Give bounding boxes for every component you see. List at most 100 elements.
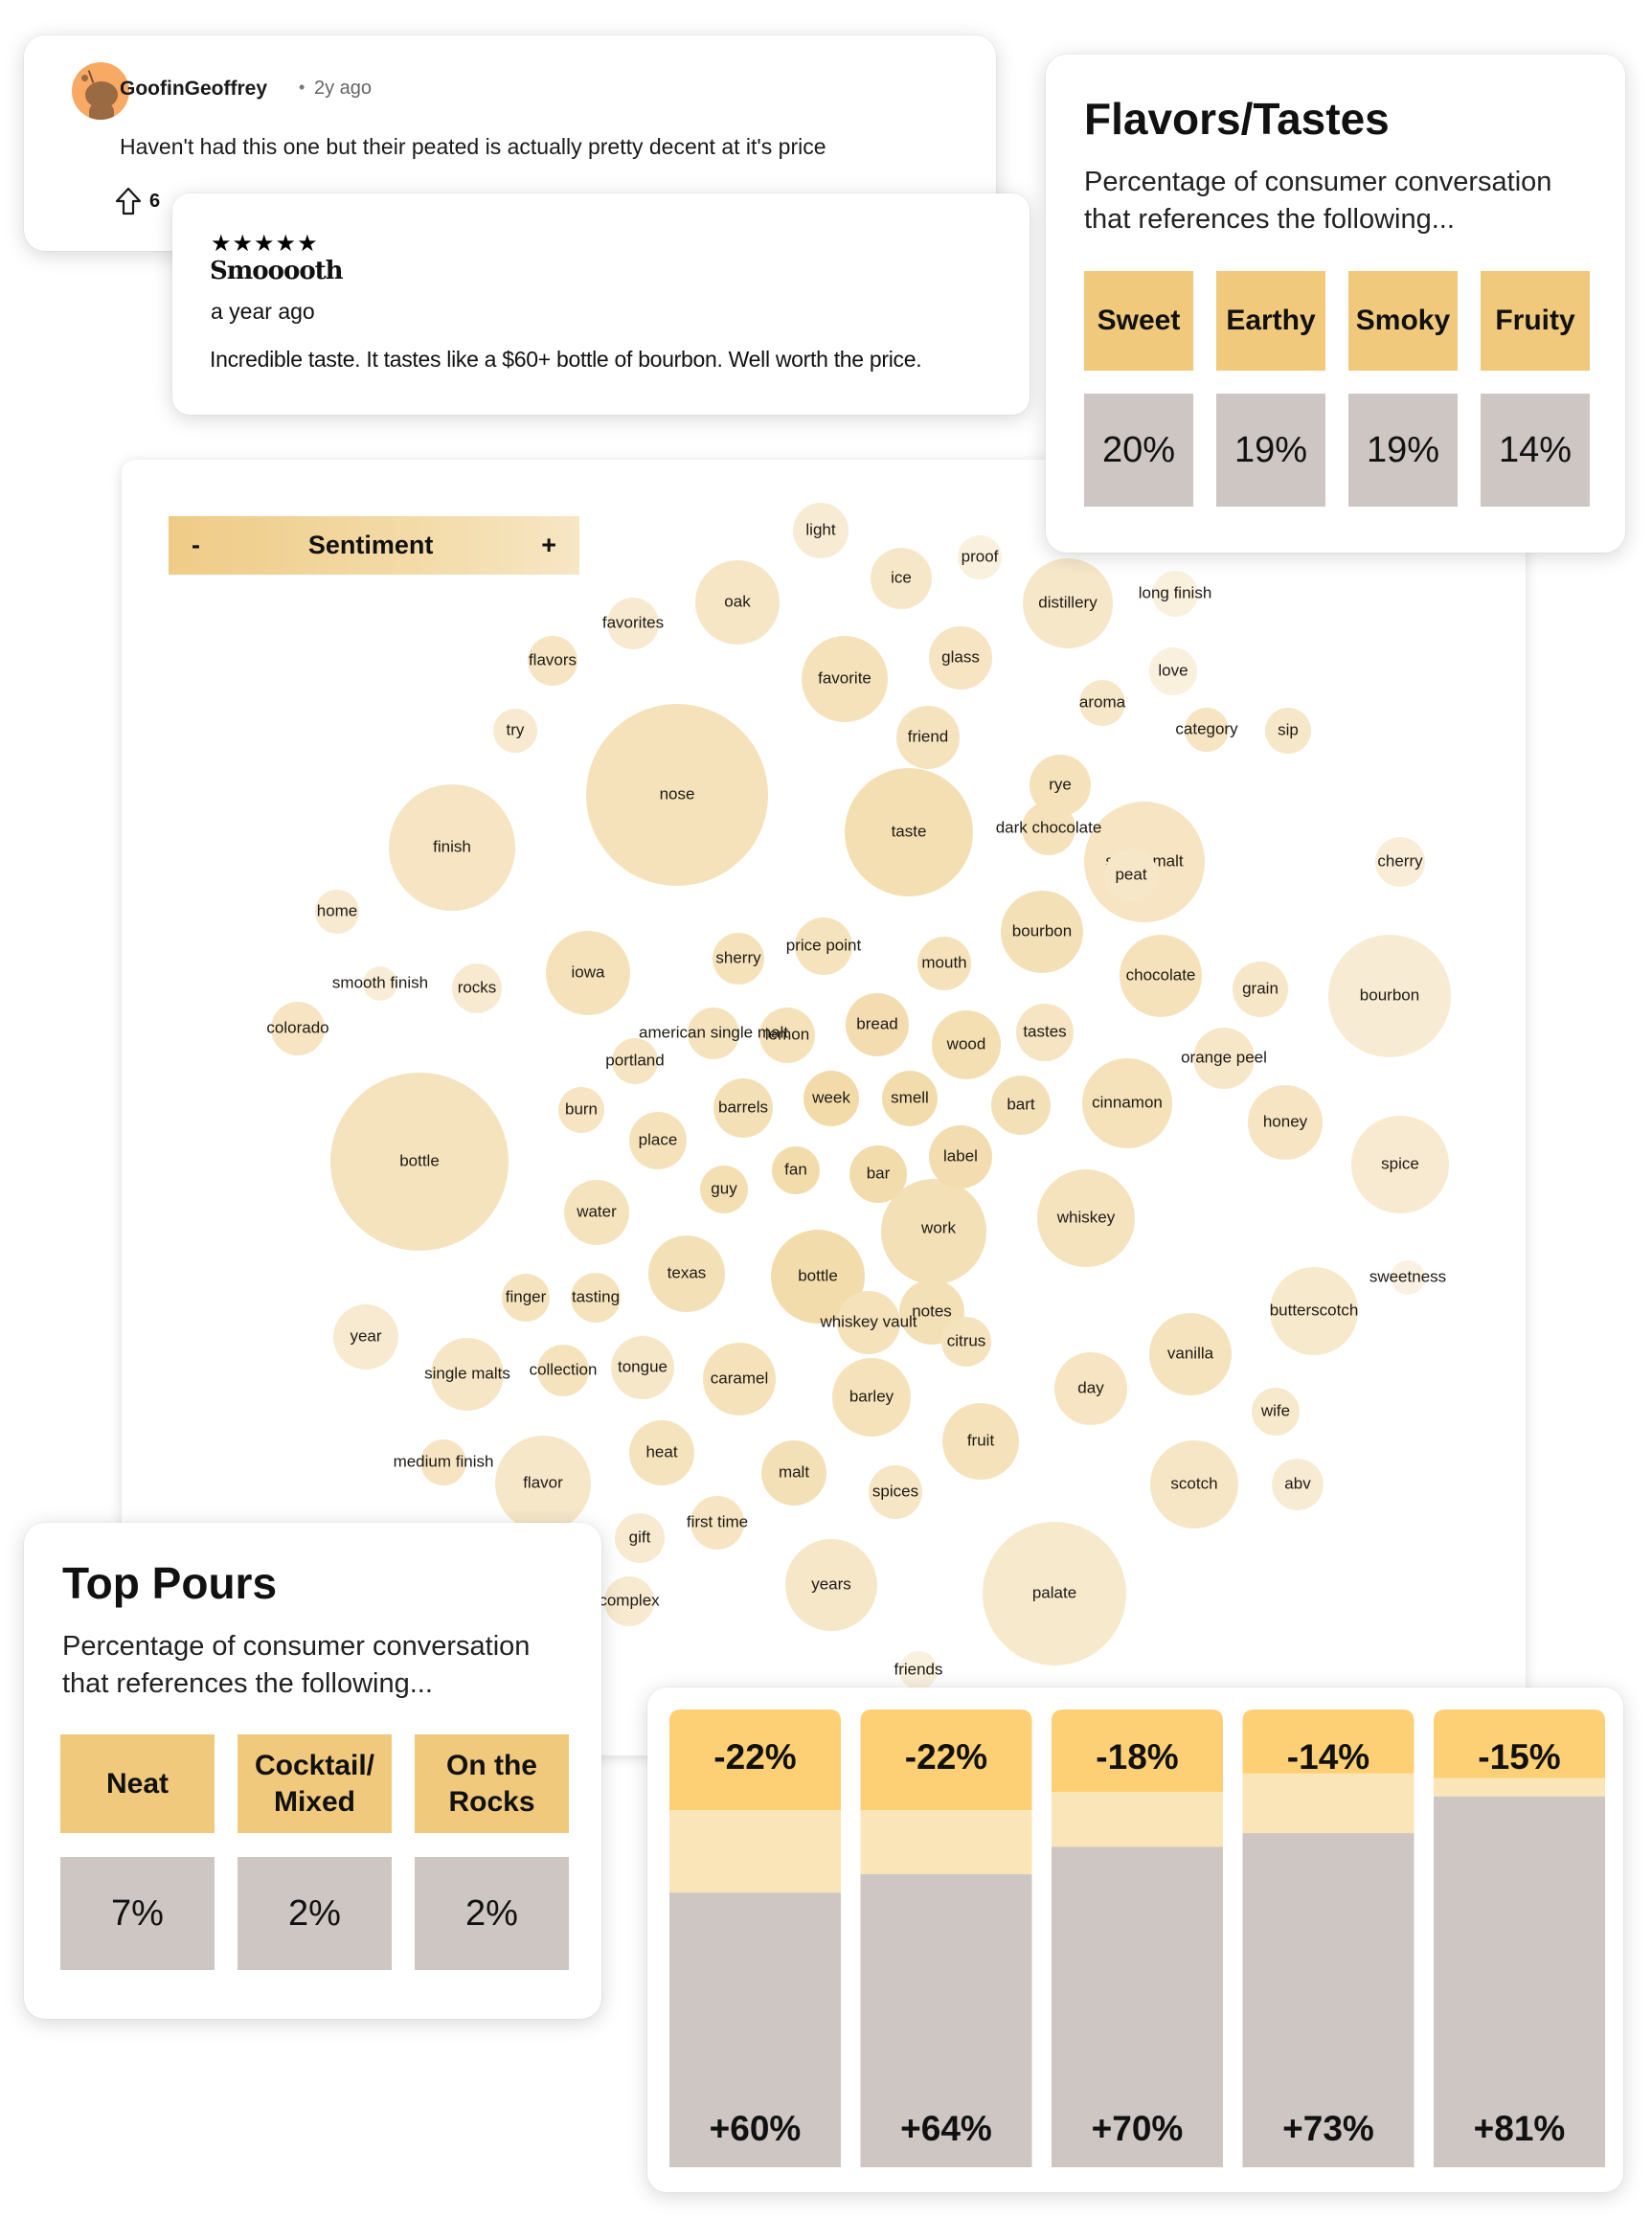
bubble-complex[interactable]: complex [599,1576,660,1626]
bubble-barrels[interactable]: barrels [713,1078,773,1138]
bubble-texas[interactable]: texas [648,1235,725,1312]
bubble-whiskey[interactable]: whiskey [1037,1169,1135,1267]
bubble-water[interactable]: water [564,1180,629,1245]
bubble-try[interactable]: try [493,709,537,753]
bubble-friends[interactable]: friends [894,1651,943,1689]
bubble-light[interactable]: light [793,503,849,558]
bubble-category[interactable]: category [1175,708,1238,752]
bubble-week[interactable]: week [803,1071,859,1126]
bubble-label: rye [1049,775,1072,793]
bubble-glass[interactable]: glass [929,626,992,690]
review-title: Smooooth [210,257,344,285]
bubble-bread[interactable]: bread [846,993,909,1056]
bubble-portland[interactable]: portland [605,1038,665,1084]
bubble-vanilla[interactable]: vanilla [1149,1313,1232,1395]
flavor-value-sweet: 20% [1084,394,1193,507]
bubble-finish[interactable]: finish [389,784,515,911]
bubble-fan[interactable]: fan [772,1146,820,1194]
bubble-first-time[interactable]: first time [687,1496,748,1550]
bubble-caramel[interactable]: caramel [703,1343,776,1415]
bubble-wood[interactable]: wood [932,1010,1001,1079]
bubble-label: scotch [1170,1474,1217,1492]
bubble-friend[interactable]: friend [896,706,960,769]
bubble-favorite[interactable]: favorite [802,636,888,722]
bubble-colorado[interactable]: colorado [266,1002,329,1055]
bubble-bottle[interactable]: bottle [330,1073,509,1251]
bubble-rocks[interactable]: rocks [452,963,502,1013]
comment-body: Haven't had this one but their peated is… [120,134,826,159]
bubble-place[interactable]: place [629,1112,687,1169]
bubble-bart[interactable]: bart [991,1076,1051,1135]
bubble-smooth-finish[interactable]: smooth finish [332,966,428,1001]
bubble-year[interactable]: year [333,1304,398,1370]
bubble-nose[interactable]: nose [586,704,768,886]
bubble-collection[interactable]: collection [530,1345,598,1396]
bubble-taste[interactable]: taste [845,768,973,896]
bubble-label: colorado [266,1018,328,1036]
bubble-dark-chocolate[interactable]: dark chocolate [996,802,1102,855]
bubble-tastes[interactable]: tastes [1016,1004,1074,1061]
bubble-honey[interactable]: honey [1248,1085,1323,1160]
bubble-orange-peel[interactable]: orange peel [1181,1028,1267,1089]
bubble-label: barrels [718,1098,768,1116]
bubble-long-finish[interactable]: long finish [1139,571,1212,617]
bubble-ice[interactable]: ice [871,548,932,609]
bubble-malt[interactable]: malt [761,1440,826,1506]
bubble-bourbon[interactable]: bourbon [1001,891,1083,973]
bubble-day[interactable]: day [1054,1352,1127,1425]
bubble-mouth[interactable]: mouth [917,937,971,990]
bubble-flavors[interactable]: flavors [528,636,577,686]
bubble-spices[interactable]: spices [869,1465,922,1519]
bubble-palate[interactable]: palate [983,1522,1126,1665]
bubble-sweetness[interactable]: sweetness [1369,1260,1446,1295]
bubble-label: try [507,720,525,738]
bubble-oak[interactable]: oak [695,560,780,645]
bubble-heat[interactable]: heat [629,1420,694,1485]
sentiment-stacked-bars-card: -22% +60% -22% +64% -18% +70% -14% +73% -15% +81% [647,1687,1623,2192]
bubble-bourbon[interactable]: bourbon [1328,935,1451,1057]
bubble-barley[interactable]: barley [832,1358,911,1437]
bubble-medium-finish[interactable]: medium finish [394,1439,494,1485]
bubble-abv[interactable]: abv [1272,1459,1324,1510]
bubble-years[interactable]: years [785,1539,877,1631]
bubble-smell[interactable]: smell [882,1071,938,1126]
comment-timestamp: 2y ago [314,78,373,99]
flavors-title: Flavors/Tastes [1084,94,1390,144]
bubble-iowa[interactable]: iowa [546,931,630,1015]
bubble-spice[interactable]: spice [1351,1116,1449,1213]
bubble-peat[interactable]: peat [1104,849,1158,902]
bubble-burn[interactable]: burn [558,1087,604,1133]
bubble-scotch[interactable]: scotch [1150,1440,1238,1528]
bubble-distillery[interactable]: distillery [1023,558,1113,648]
bubble-proof[interactable]: proof [958,535,1002,579]
bubble-label[interactable]: label [929,1125,992,1189]
bubble-home[interactable]: home [315,890,359,934]
bubble-aroma[interactable]: aroma [1079,680,1126,726]
bubble-butterscotch[interactable]: butterscotch [1270,1267,1359,1355]
bubble-finger[interactable]: finger [502,1274,550,1322]
bubble-tongue[interactable]: tongue [611,1336,674,1399]
bubble-wife[interactable]: wife [1252,1388,1300,1436]
bubble-favorites[interactable]: favorites [602,598,664,649]
bubble-chocolate[interactable]: chocolate [1120,935,1202,1017]
bubble-fruit[interactable]: fruit [942,1403,1019,1480]
flavors-subtitle-line1: Percentage of consumer conversation [1084,167,1552,197]
bubble-price-point[interactable]: price point [786,917,862,975]
bubble-work[interactable]: work [910,1200,967,1257]
bubble-cinnamon[interactable]: cinnamon [1082,1058,1172,1148]
bubble-cherry[interactable]: cherry [1375,837,1425,887]
bubble-flavor[interactable]: flavor [495,1436,591,1531]
bubble-guy[interactable]: guy [700,1166,748,1213]
bubble-tasting[interactable]: tasting [571,1273,621,1323]
bubble-label: friend [908,727,949,745]
bubble-love[interactable]: love [1149,647,1197,695]
bubble-grain[interactable]: grain [1233,962,1288,1017]
bubble-bar[interactable]: bar [849,1145,907,1203]
comment-username[interactable]: GoofinGeoffrey [120,78,267,101]
upvote-icon[interactable] [115,187,142,215]
bubble-citrus[interactable]: citrus [941,1317,991,1367]
bubble-sip[interactable]: sip [1265,708,1311,754]
bubble-gift[interactable]: gift [615,1513,665,1563]
bubble-sherry[interactable]: sherry [713,933,764,985]
bubble-single-malts[interactable]: single malts [424,1338,510,1411]
